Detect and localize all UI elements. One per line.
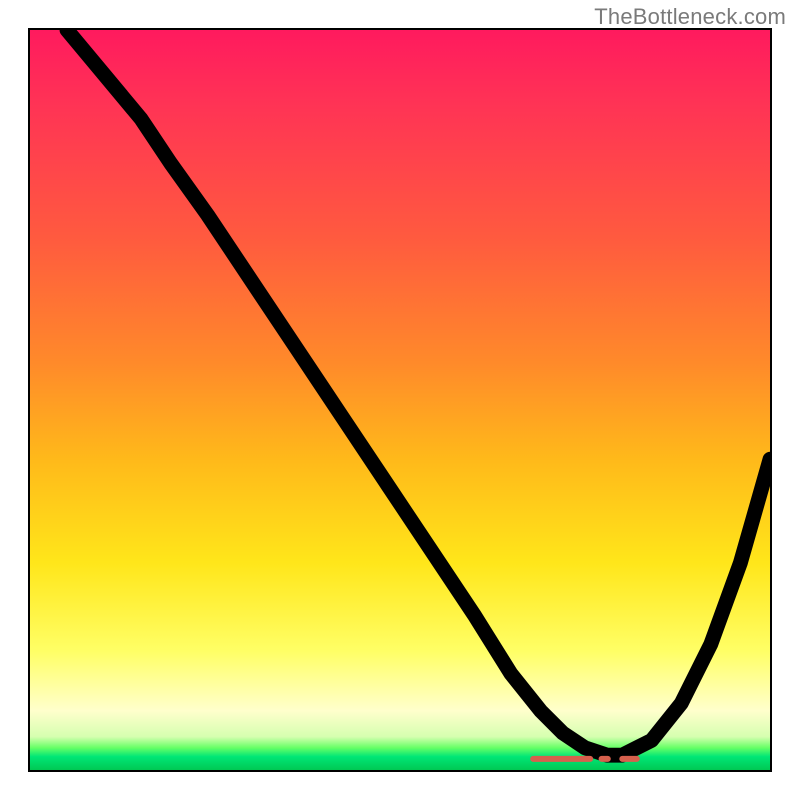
chart-container: TheBottleneck.com (0, 0, 800, 800)
bottleneck-curve (67, 30, 770, 755)
chart-svg (30, 30, 770, 770)
watermark-text: TheBottleneck.com (594, 4, 786, 30)
plot-area (28, 28, 772, 772)
